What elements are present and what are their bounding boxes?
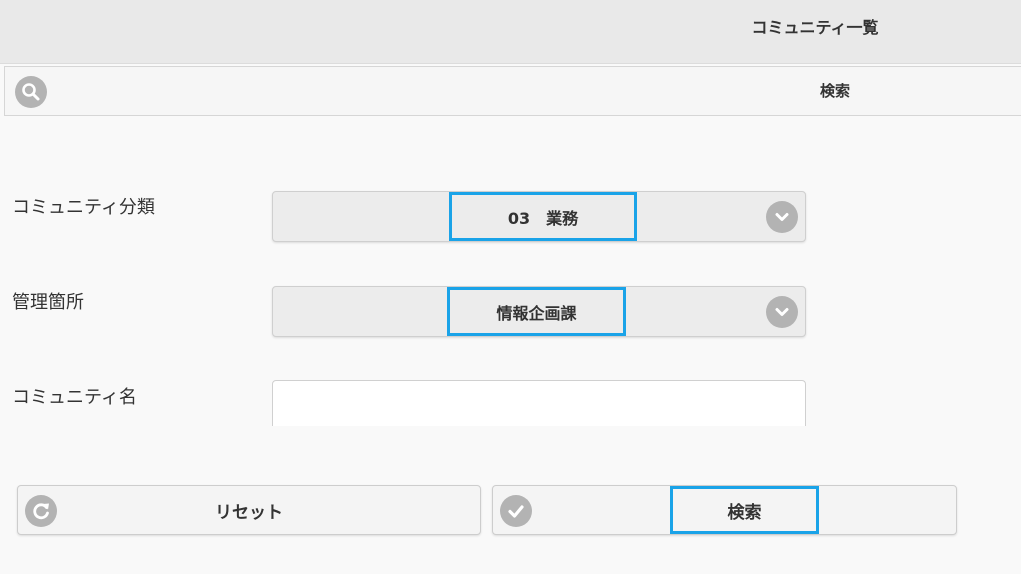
reset-button[interactable]: リセット bbox=[17, 485, 481, 535]
community-category-label: コミュニティ分類 bbox=[12, 197, 155, 218]
search-button[interactable]: 検索 bbox=[492, 485, 957, 535]
chevron-down-icon bbox=[766, 201, 798, 233]
reset-button-label: リセット bbox=[215, 502, 283, 523]
community-name-input[interactable] bbox=[272, 380, 806, 426]
department-label: 管理箇所 bbox=[12, 292, 84, 313]
search-button-label: 検索 bbox=[670, 486, 819, 534]
page-title: コミュニティ一覧 bbox=[751, 18, 879, 37]
community-category-select[interactable]: 03 業務 bbox=[272, 191, 806, 242]
search-icon bbox=[15, 76, 47, 108]
search-toggle-bar[interactable]: 検索 bbox=[4, 66, 1021, 116]
page-header: コミュニティ一覧 bbox=[0, 0, 1021, 64]
department-select[interactable]: 情報企画課 bbox=[272, 286, 806, 337]
community-name-label: コミュニティ名 bbox=[12, 387, 137, 408]
checkmark-icon bbox=[500, 495, 532, 527]
community-category-value: 03 業務 bbox=[449, 192, 637, 241]
department-value: 情報企画課 bbox=[447, 287, 626, 336]
chevron-down-icon bbox=[766, 296, 798, 328]
search-bar-label: 検索 bbox=[819, 82, 850, 100]
